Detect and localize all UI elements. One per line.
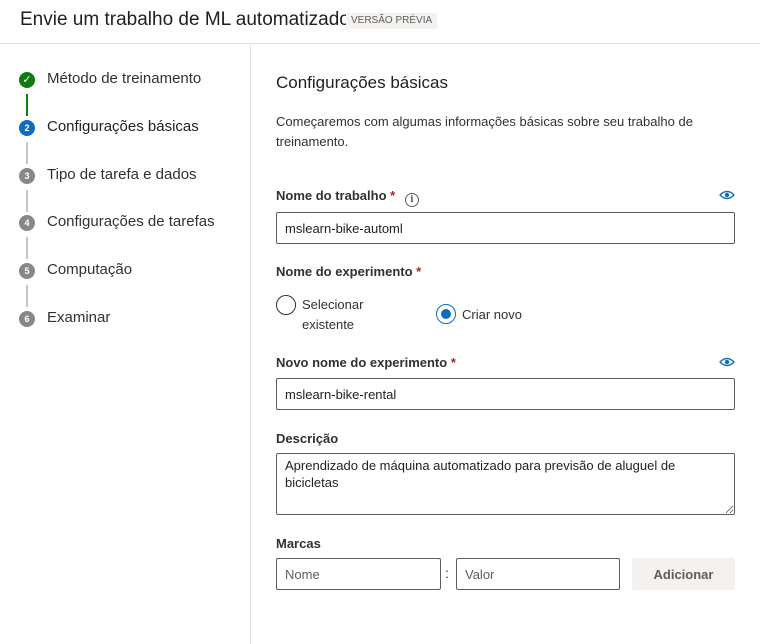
tag-separator: : [445,565,449,581]
radio-circle [276,295,296,315]
tags-label: Marcas [276,536,321,551]
step-number-badge: 6 [19,311,35,327]
step-number-badge: 5 [19,263,35,279]
job-name-label: Nome do trabalho * i [276,188,419,207]
section-title: Configurações básicas [276,73,448,92]
experiment-name-label: Nome do experimento * [276,264,421,279]
tag-value-input[interactable] [456,558,620,590]
description-label: Descrição [276,431,339,446]
description-textarea[interactable]: Aprendizado de máquina automatizado para… [276,453,735,515]
radio-select-existing[interactable]: Selecionar existente [276,295,396,335]
eye-icon[interactable] [719,357,735,367]
step-task-type-data[interactable]: 3 Tipo de tarefa e dados [0,161,250,191]
radio-label: Criar novo [462,307,522,322]
step-number-badge: 2 [19,120,35,136]
step-label: Tipo de tarefa e dados [47,166,197,183]
radio-label-line2: existente [302,317,355,332]
step-label: Configurações de tarefas [47,213,215,230]
experiment-name-label-text: Nome do experimento [276,264,413,279]
step-number-badge: 4 [19,215,35,231]
step-compute[interactable]: 5 Computação [0,256,250,286]
eye-icon[interactable] [719,190,735,200]
info-icon[interactable]: i [404,193,419,207]
new-experiment-name-input[interactable] [276,378,735,410]
radio-dot [441,309,451,319]
step-label: Examinar [47,309,111,326]
page-title: Envie um trabalho de ML automatizado [20,9,350,30]
required-asterisk: * [450,355,456,370]
intro-text: Começaremos com algumas informações bási… [276,114,693,149]
step-basic-settings[interactable]: 2 Configurações básicas [0,113,250,143]
job-name-input[interactable] [276,212,735,244]
step-label: Método de treinamento [47,70,202,87]
new-experiment-name-label: Novo nome do experimento * [276,355,456,370]
wizard-steps-nav: ✓ Método de treinamento 2 Configurações … [0,45,251,644]
radio-label: Selecionar [302,297,364,312]
step-number-badge: 3 [19,168,35,184]
step-training-method[interactable]: ✓ Método de treinamento [0,65,250,95]
new-experiment-name-label-text: Novo nome do experimento [276,355,448,370]
radio-create-new[interactable]: Criar novo [436,304,536,324]
radio-circle [436,304,456,324]
step-label: Configurações básicas [47,118,199,135]
tag-name-input[interactable] [276,558,441,590]
job-name-label-text: Nome do trabalho [276,188,387,203]
required-asterisk: * [390,188,396,203]
step-task-settings[interactable]: 4 Configurações de tarefas [0,208,250,238]
page-header: Envie um trabalho de ML automatizado VER… [0,0,760,44]
preview-badge: VERSÃO PRÉVIA [346,13,438,29]
checkmark-icon: ✓ [19,72,35,88]
main-panel: Configurações básicas Começaremos com al… [252,45,760,644]
step-review[interactable]: 6 Examinar [0,304,250,334]
required-asterisk: * [416,264,422,279]
step-label: Computação [47,261,133,278]
add-tag-button[interactable]: Adicionar [632,558,735,590]
